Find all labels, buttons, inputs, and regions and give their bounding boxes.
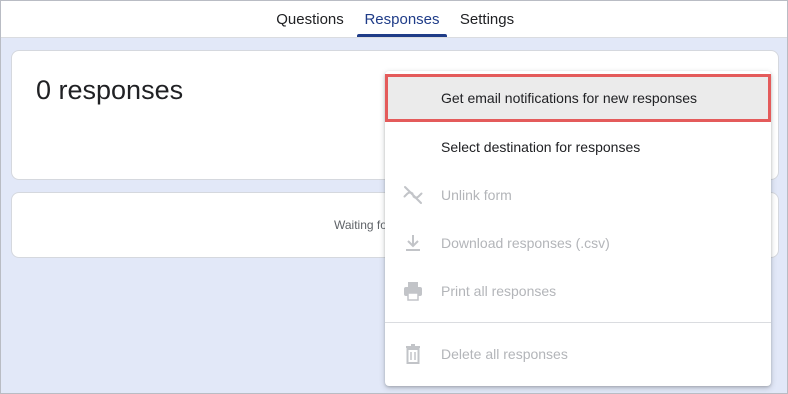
- tab-settings[interactable]: Settings: [452, 0, 522, 38]
- menu-item-label: Unlink form: [441, 187, 512, 203]
- menu-item-download-csv[interactable]: Download responses (.csv): [385, 219, 771, 267]
- link-off-icon: [403, 186, 423, 204]
- menu-item-label: Delete all responses: [441, 346, 568, 362]
- menu-item-unlink-form[interactable]: Unlink form: [385, 171, 771, 219]
- tab-bar: Questions Responses Settings: [0, 0, 788, 38]
- active-tab-indicator: [357, 34, 447, 37]
- trash-icon: [406, 344, 420, 364]
- menu-item-email-notifications[interactable]: Get email notifications for new response…: [385, 74, 771, 122]
- download-icon: [406, 235, 420, 251]
- menu-item-delete-all[interactable]: Delete all responses: [385, 330, 771, 378]
- responses-options-menu: Get email notifications for new response…: [385, 71, 771, 386]
- menu-divider: [385, 322, 771, 323]
- menu-item-label: Get email notifications for new response…: [441, 90, 698, 106]
- waiting-status-text: Waiting fo: [334, 218, 387, 232]
- tab-questions[interactable]: Questions: [268, 0, 352, 38]
- response-count-title: 0 responses: [36, 75, 184, 105]
- print-icon: [404, 282, 422, 301]
- menu-item-print-all[interactable]: Print all responses: [385, 267, 771, 315]
- menu-item-label: Download responses (.csv): [441, 235, 610, 251]
- tab-responses[interactable]: Responses: [357, 0, 447, 38]
- menu-item-label: Select destination for responses: [441, 139, 641, 155]
- menu-item-select-destination[interactable]: Select destination for responses: [385, 123, 771, 171]
- menu-item-label: Print all responses: [441, 283, 557, 299]
